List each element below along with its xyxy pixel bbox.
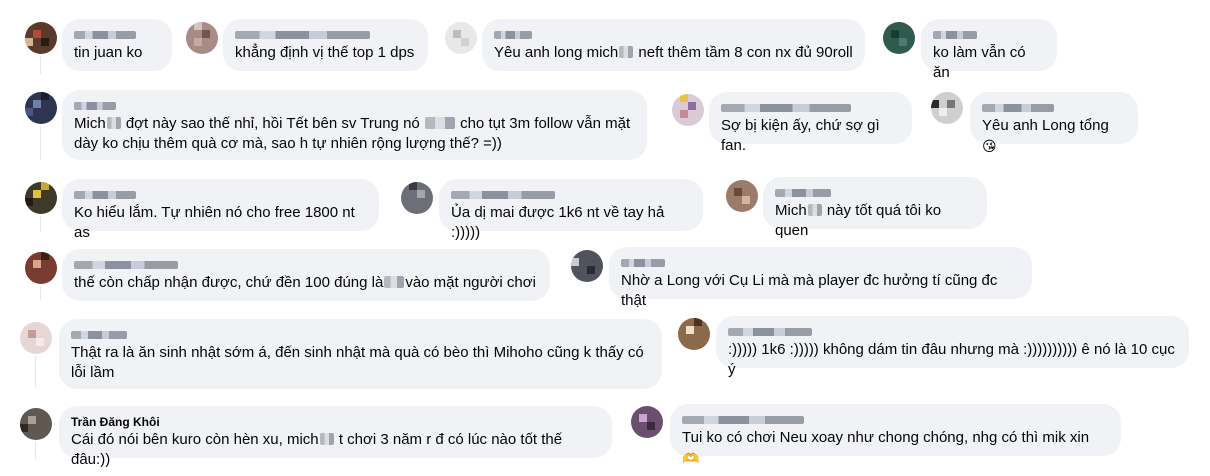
comment-bubble: Ủa dị mai được 1k6 nt về tay hả :))))) [439, 179, 703, 241]
author-name[interactable] [933, 27, 1045, 43]
avatar[interactable] [631, 406, 663, 438]
comment-text: tin juan ko [74, 44, 143, 61]
thread-line [40, 56, 41, 74]
comment-text: Nhờ a Long với Cụ Li mà mà player đc hưở… [621, 272, 1002, 309]
comment-bubble: Tui ko có chơi Neu xoay như chong chóng,… [670, 404, 1121, 466]
censored-word [384, 276, 405, 288]
avatar[interactable] [25, 252, 57, 284]
comment-bubble: Thật ra là ăn sinh nhật sớm á, đến sinh … [59, 319, 662, 389]
author-name[interactable] [74, 98, 635, 114]
author-name[interactable] [775, 185, 975, 201]
comment-text: Sợ bị kiện ấy, chứ sợ gì fan. [721, 117, 884, 154]
author-name[interactable] [682, 412, 1109, 428]
comment-bubble: thế còn chấp nhận được, chứ đền 100 đúng… [62, 249, 550, 301]
avatar[interactable] [401, 182, 433, 214]
thread-line [40, 286, 41, 300]
thread-line [35, 442, 36, 460]
thread-line [40, 216, 41, 232]
comment-bubble: Nhờ a Long với Cụ Li mà mà player đc hưở… [609, 247, 1032, 309]
censored-word [106, 117, 121, 129]
comment-text: ko làm vẫn có ăn [933, 44, 1030, 81]
comment-bubble: Ko hiểu lắm. Tự nhiên nó cho free 1800 n… [62, 179, 379, 241]
avatar[interactable] [672, 94, 704, 126]
avatar[interactable] [678, 318, 710, 350]
comment-bubble: Yêu anh Long tổng 😘 [970, 92, 1138, 154]
avatar[interactable] [25, 22, 57, 54]
author-name[interactable] [71, 327, 650, 343]
author-name[interactable] [721, 100, 900, 116]
comment-bubble: :))))) 1k6 :))))) không dám tin đâu nhưn… [716, 316, 1189, 378]
comment-text: Yêu anh long mich neft thêm tầm 8 con nx… [494, 44, 853, 61]
comment-bubble: khẳng định vị thế top 1 dps [223, 19, 428, 71]
comment-bubble: Yêu anh long mich neft thêm tầm 8 con nx… [482, 19, 865, 71]
comment-bubble: tin juan ko [62, 19, 172, 71]
comment-text: Cái đó nói bên kuro còn hèn xu, mich t c… [71, 431, 567, 468]
author-name[interactable] [982, 100, 1126, 116]
avatar[interactable] [445, 22, 477, 54]
comment-text: Yêu anh Long tổng 😘 [982, 117, 1113, 154]
censored-word [807, 204, 822, 216]
avatar[interactable] [883, 22, 915, 54]
avatar[interactable] [20, 408, 52, 440]
author-name[interactable] [74, 257, 538, 273]
comment-text: khẳng định vị thế top 1 dps [235, 44, 415, 61]
heart-hands-emoji-icon: 🫶 [682, 450, 700, 466]
comment-bubble: Sợ bị kiện ấy, chứ sợ gì fan. [709, 92, 912, 154]
censored-word [619, 46, 634, 58]
comment-bubble: Mich này tốt quá tôi ko quen [763, 177, 987, 239]
censored-word [424, 117, 455, 129]
comment-bubble: ko làm vẫn có ăn [921, 19, 1057, 81]
thread-line [40, 126, 41, 160]
avatar[interactable] [726, 180, 758, 212]
author-name[interactable] [621, 255, 1020, 271]
thread-line [35, 356, 36, 388]
avatar[interactable] [25, 92, 57, 124]
comment-text: :))))) 1k6 :))))) không dám tin đâu nhưn… [728, 341, 1180, 378]
comment-text: Tui ko có chơi Neu xoay như chong chóng,… [682, 429, 1094, 466]
censored-word [319, 433, 334, 445]
comment-bubble: Mich đợt này sao thế nhỉ, hồi Tết bên sv… [62, 90, 647, 160]
author-name[interactable] [235, 27, 416, 43]
comment-text: Ủa dị mai được 1k6 nt về tay hả :))))) [451, 204, 669, 241]
author-name[interactable] [74, 187, 367, 203]
comment-text: Thật ra là ăn sinh nhật sớm á, đến sinh … [71, 344, 648, 381]
author-name[interactable] [728, 324, 1177, 340]
comment-text: Ko hiểu lắm. Tự nhiên nó cho free 1800 n… [74, 204, 359, 241]
author-name[interactable]: Trần Đăng Khôi [71, 414, 600, 430]
avatar[interactable] [20, 322, 52, 354]
comment-bubble: Trần Đăng Khôi Cái đó nói bên kuro còn h… [59, 406, 612, 468]
avatar[interactable] [25, 182, 57, 214]
author-name[interactable] [494, 27, 853, 43]
avatar[interactable] [186, 22, 218, 54]
avatar[interactable] [571, 250, 603, 282]
comment-text: Mich này tốt quá tôi ko quen [775, 202, 946, 239]
kiss-emoji-icon: 😘 [982, 138, 997, 154]
comment-text: Mich đợt này sao thế nhỉ, hồi Tết bên sv… [74, 115, 635, 152]
avatar[interactable] [931, 92, 963, 124]
comment-text: thế còn chấp nhận được, chứ đền 100 đúng… [74, 274, 536, 291]
author-name[interactable] [451, 187, 691, 203]
author-name[interactable] [74, 27, 160, 43]
